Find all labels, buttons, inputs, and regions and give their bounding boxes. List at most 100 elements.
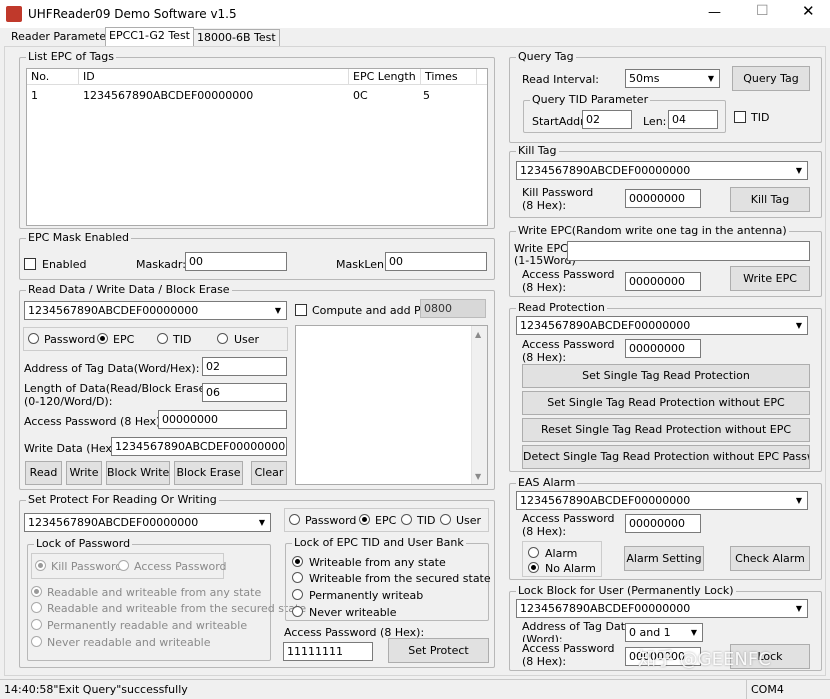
protect-user-radio[interactable] — [440, 514, 451, 525]
lock-addr-value: 0 and 1 — [629, 626, 671, 639]
epc-option-0-radio[interactable] — [292, 556, 303, 567]
rw-epc-select[interactable]: 1234567890ABCDEF00000000 ▼ — [24, 301, 287, 320]
pwd-option-1-radio[interactable] — [31, 602, 42, 613]
kill-tag-button[interactable]: Kill Tag — [730, 187, 810, 212]
alarm-radio[interactable] — [528, 547, 539, 558]
tab-epcc1-g2-test[interactable]: EPCC1-G2 Test — [105, 27, 194, 47]
textarea-scrollbar[interactable]: ▲ ▼ — [471, 326, 487, 484]
bank-epc-radio[interactable] — [97, 333, 108, 344]
write-epc-pwd-label-2: (8 Hex): — [522, 281, 567, 294]
pwd-option-3-radio[interactable] — [31, 636, 42, 647]
access-password-radio[interactable] — [118, 560, 129, 571]
write-button[interactable]: Write — [66, 461, 102, 485]
block-erase-button[interactable]: Block Erase — [174, 461, 243, 485]
set-read-protection-no-epc-button[interactable]: Set Single Tag Read Protection without E… — [522, 391, 810, 415]
table-row[interactable]: 1 1234567890ABCDEF00000000 0C 5 — [27, 88, 487, 104]
tid-len-input[interactable]: 04 — [668, 110, 718, 129]
read-result-textarea[interactable]: ▲ ▼ — [295, 325, 488, 485]
detect-read-protection-button[interactable]: Detect Single Tag Read Protection withou… — [522, 445, 810, 469]
minimize-button[interactable]: — — [708, 6, 721, 19]
tab-reader-parameter[interactable]: Reader Parameter — [8, 29, 114, 47]
check-alarm-button[interactable]: Check Alarm — [730, 546, 810, 571]
eas-epc-select[interactable]: 1234567890ABCDEF00000000 ▼ — [516, 491, 808, 510]
epc-option-3-radio[interactable] — [292, 606, 303, 617]
compute-pc-checkbox[interactable] — [295, 304, 307, 316]
masklen-input[interactable]: 00 — [385, 252, 487, 271]
read-button[interactable]: Read — [25, 461, 62, 485]
start-addr-input[interactable]: 02 — [582, 110, 632, 129]
col-epc-length-header[interactable]: EPC Length — [349, 69, 421, 85]
eas-epc-select-value: 1234567890ABCDEF00000000 — [520, 494, 691, 507]
read-interval-value: 50ms — [629, 72, 660, 85]
protect-epc-select[interactable]: 1234567890ABCDEF00000000 ▼ — [24, 513, 271, 532]
tag-addr-input[interactable]: 02 — [202, 357, 287, 376]
bank-user-radio[interactable] — [217, 333, 228, 344]
write-epc-input[interactable] — [567, 241, 810, 261]
lock-block-legend: Lock Block for User (Permanently Lock) — [516, 584, 736, 598]
rw-access-pwd-input[interactable]: 00000000 — [158, 410, 287, 429]
bank-tid-radio[interactable] — [157, 333, 168, 344]
cell-epc-length: 0C — [353, 89, 368, 102]
eas-pwd-label-1: Access Password — [522, 512, 615, 525]
epc-option-1-radio[interactable] — [292, 572, 303, 583]
protect-access-pwd-input[interactable]: 11111111 — [283, 642, 373, 661]
kill-epc-select[interactable]: 1234567890ABCDEF00000000 ▼ — [516, 161, 808, 180]
read-interval-select[interactable]: 50ms ▼ — [625, 69, 720, 88]
eas-pwd-input[interactable]: 00000000 — [625, 514, 701, 533]
set-protect-button[interactable]: Set Protect — [388, 638, 489, 663]
mask-enabled-checkbox[interactable] — [24, 258, 36, 270]
kill-pwd-input[interactable]: 00000000 — [625, 189, 701, 208]
pwd-option-2-radio[interactable] — [31, 619, 42, 630]
data-length-label-1: Length of Data(Read/Block Erase) — [24, 382, 210, 395]
clear-button[interactable]: Clear — [251, 461, 287, 485]
no-alarm-radio[interactable] — [528, 562, 539, 573]
tid-len-label: Len: — [643, 115, 667, 128]
pwd-option-0-radio[interactable] — [31, 586, 42, 597]
write-data-input[interactable]: 1234567890ABCDEF00000000 — [111, 437, 287, 456]
col-times-header[interactable]: Times — [421, 69, 477, 85]
chevron-down-icon: ▼ — [703, 70, 719, 87]
chevron-down-icon: ▼ — [791, 600, 807, 617]
reset-read-protection-button[interactable]: Reset Single Tag Read Protection without… — [522, 418, 810, 442]
query-tid-legend: Query TID Parameter — [530, 93, 651, 107]
scroll-down-icon: ▼ — [475, 472, 482, 481]
query-tag-button[interactable]: Query Tag — [732, 66, 810, 91]
protect-epc-radio[interactable] — [359, 514, 370, 525]
kill-epc-select-value: 1234567890ABCDEF00000000 — [520, 164, 691, 177]
epc-option-2-radio[interactable] — [292, 589, 303, 600]
read-prot-pwd-input[interactable]: 00000000 — [625, 339, 701, 358]
write-data-label: Write Data (Hex): — [24, 442, 120, 455]
read-prot-epc-select[interactable]: 1234567890ABCDEF00000000 ▼ — [516, 316, 808, 335]
status-bar: 14:40:58"Exit Query"successfully COM4 — [0, 679, 830, 699]
alarm-setting-button[interactable]: Alarm Setting — [624, 546, 704, 571]
protect-tid-radio[interactable] — [401, 514, 412, 525]
protect-password-radio[interactable] — [289, 514, 300, 525]
lock-epc-legend: Lock of EPC TID and User Bank — [292, 536, 466, 550]
set-read-protection-button[interactable]: Set Single Tag Read Protection — [522, 364, 810, 388]
bank-password-radio[interactable] — [28, 333, 39, 344]
alarm-label: Alarm — [545, 547, 578, 560]
epc-list-table[interactable]: No. ID EPC Length Times 1 1234567890ABCD… — [26, 68, 488, 226]
write-epc-button[interactable]: Write EPC — [730, 266, 810, 291]
kill-tag-legend: Kill Tag — [516, 144, 559, 158]
masklen-label: MaskLen: — [336, 258, 388, 271]
maximize-button[interactable]: ☐ — [756, 4, 769, 18]
scroll-up-icon: ▲ — [475, 330, 482, 339]
data-length-input[interactable]: 06 — [202, 383, 287, 402]
eas-alarm-legend: EAS Alarm — [516, 476, 578, 490]
maskadr-input[interactable]: 00 — [185, 252, 287, 271]
kill-password-radio[interactable] — [35, 560, 46, 571]
chevron-down-icon: ▼ — [791, 492, 807, 509]
chevron-down-icon: ▼ — [791, 317, 807, 334]
block-write-button[interactable]: Block Write — [106, 461, 170, 485]
write-epc-pwd-input[interactable]: 00000000 — [625, 272, 701, 291]
lock-addr-select[interactable]: 0 and 1 ▼ — [625, 623, 703, 642]
epc-list-legend: List EPC of Tags — [26, 50, 116, 64]
col-no-header[interactable]: No. — [27, 69, 79, 85]
tid-checkbox[interactable] — [734, 111, 746, 123]
bank-password-label: Password — [44, 333, 96, 346]
close-button[interactable]: ✕ — [802, 4, 815, 19]
lock-block-epc-select[interactable]: 1234567890ABCDEF00000000 ▼ — [516, 599, 808, 618]
col-id-header[interactable]: ID — [79, 69, 349, 85]
tab-18000-6b-test[interactable]: 18000-6B Test — [193, 29, 280, 47]
